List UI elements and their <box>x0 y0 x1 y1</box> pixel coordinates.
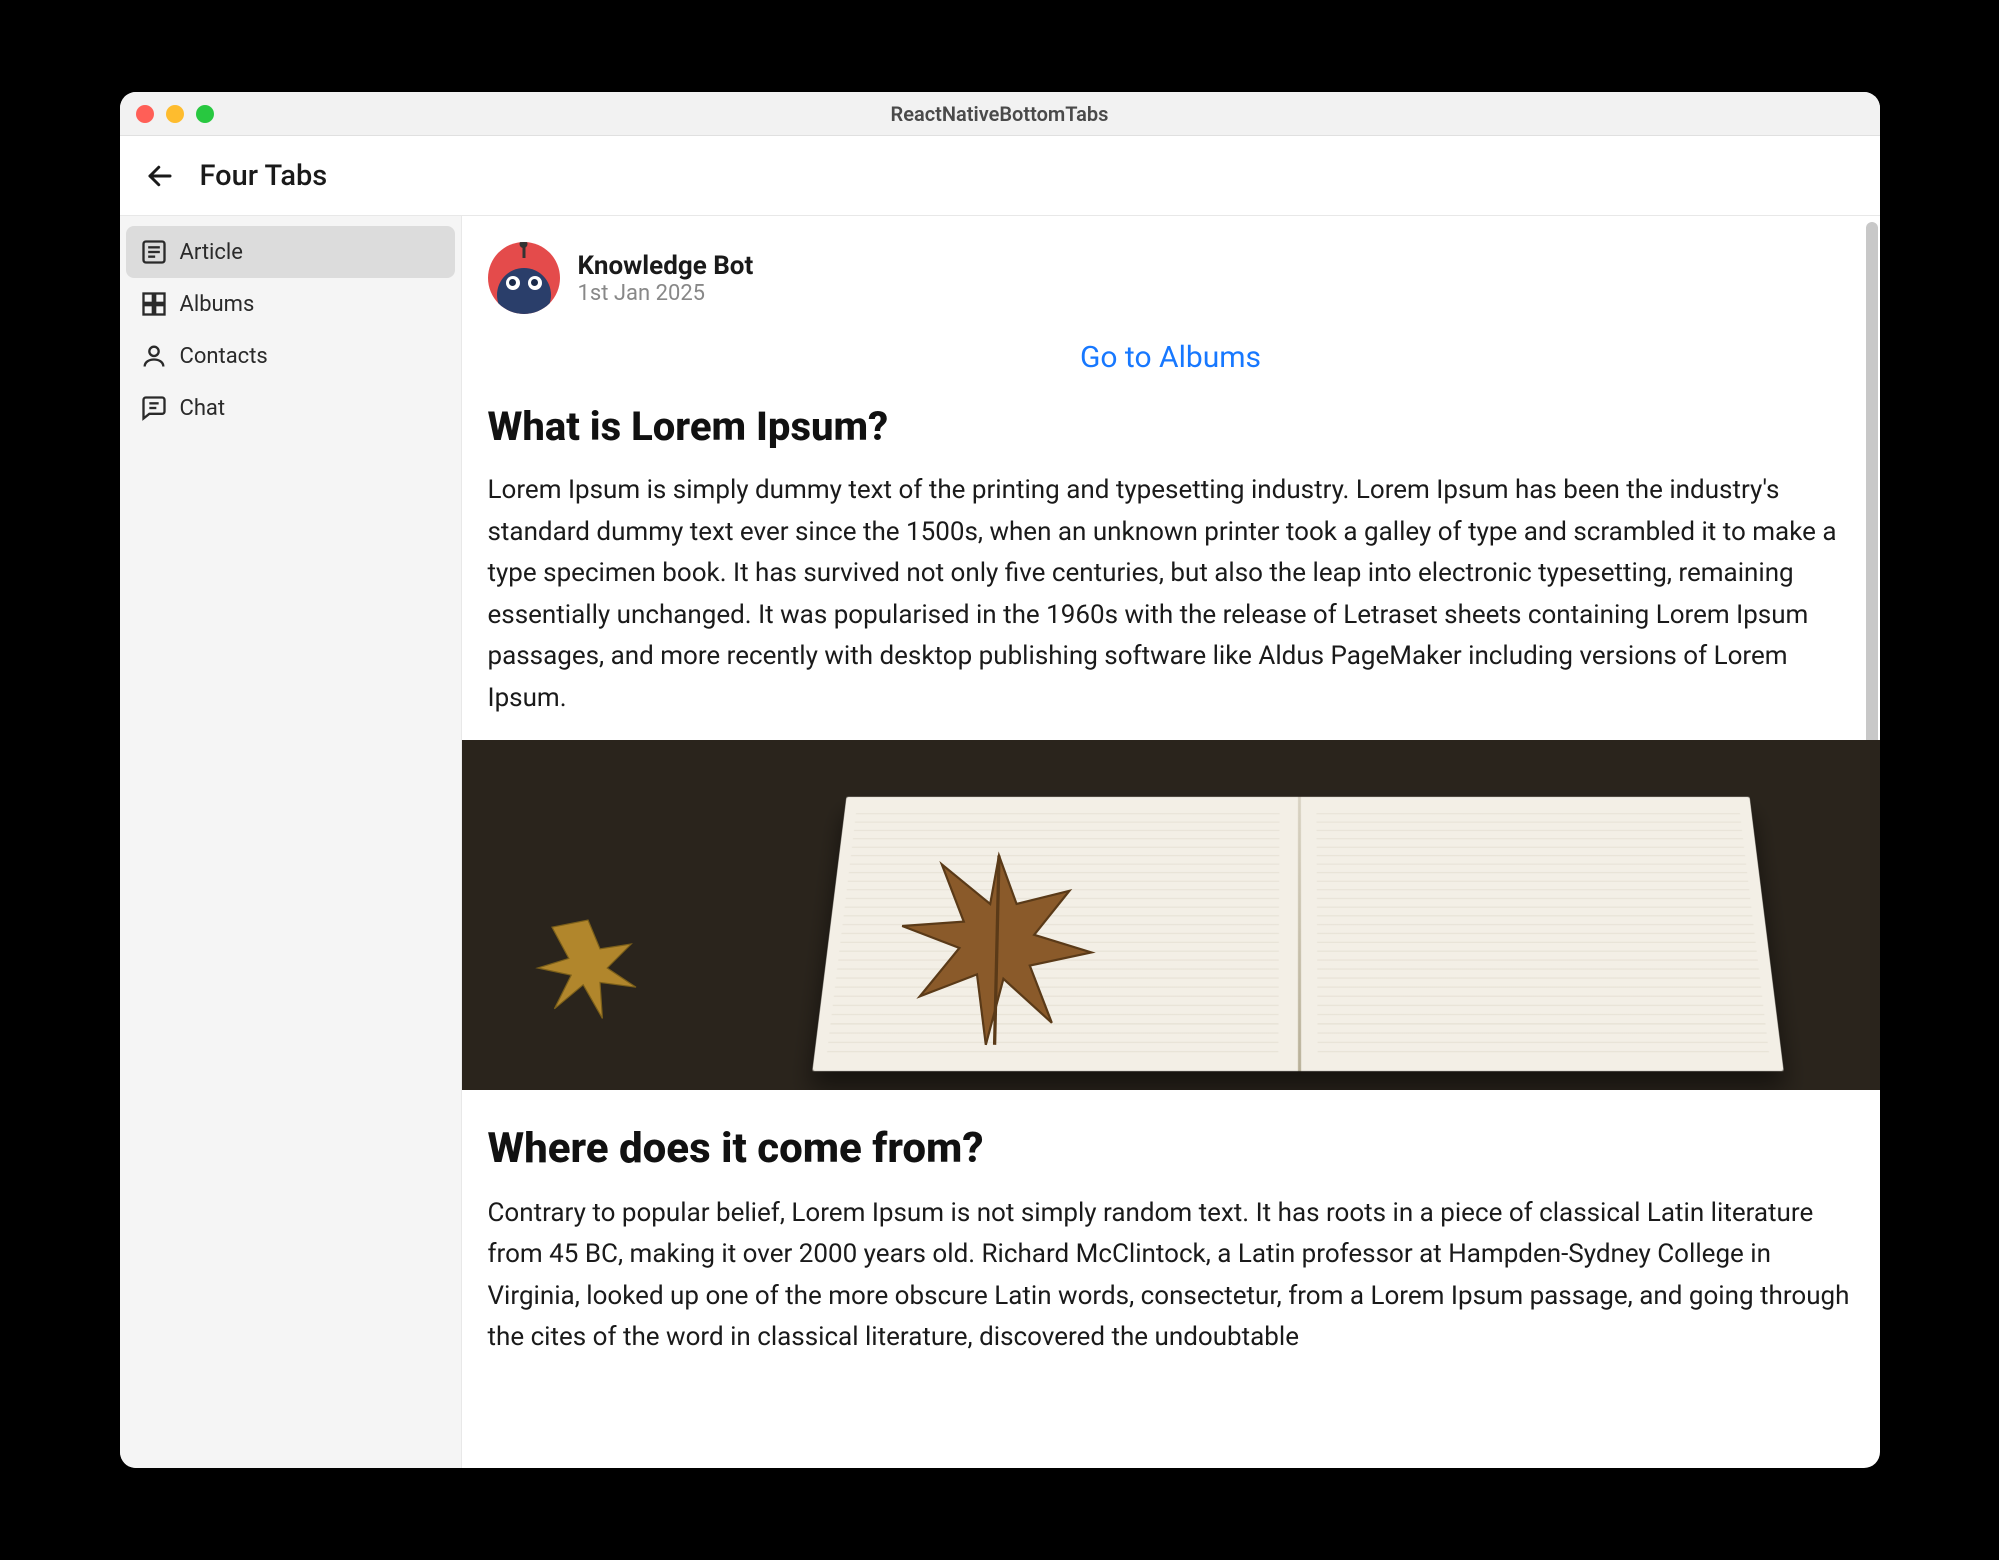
sidebar-item-contacts[interactable]: Contacts <box>126 330 455 382</box>
author-date: 1st Jan 2025 <box>578 281 754 306</box>
sidebar-item-label: Chat <box>180 396 226 421</box>
section-heading-1: What is Lorem Ipsum? <box>488 403 1854 450</box>
albums-icon <box>140 290 168 318</box>
article: Knowledge Bot 1st Jan 2025 Go to Albums … <box>462 216 1880 1359</box>
section-body-2: Contrary to popular belief, Lorem Ipsum … <box>488 1193 1854 1359</box>
sidebar-item-label: Contacts <box>180 344 268 369</box>
titlebar: ReactNativeBottomTabs <box>120 92 1880 136</box>
maximize-window-button[interactable] <box>196 105 214 123</box>
back-button[interactable] <box>140 156 180 196</box>
section-heading-2: Where does it come from? <box>488 1124 1854 1173</box>
go-to-albums-link[interactable]: Go to Albums <box>1080 340 1261 375</box>
sidebar-item-albums[interactable]: Albums <box>126 278 455 330</box>
page-title: Four Tabs <box>200 159 328 193</box>
author-row: Knowledge Bot 1st Jan 2025 <box>488 242 1854 314</box>
window-controls <box>120 105 214 123</box>
window-title: ReactNativeBottomTabs <box>120 102 1880 126</box>
body: Article Albums Contacts Chat <box>120 216 1880 1468</box>
avatar <box>488 242 560 314</box>
close-window-button[interactable] <box>136 105 154 123</box>
chat-icon <box>140 394 168 422</box>
sidebar-item-chat[interactable]: Chat <box>126 382 455 434</box>
sidebar: Article Albums Contacts Chat <box>120 216 462 1468</box>
header: Four Tabs <box>120 136 1880 216</box>
content-area[interactable]: Knowledge Bot 1st Jan 2025 Go to Albums … <box>462 216 1880 1468</box>
app-window: ReactNativeBottomTabs Four Tabs Article … <box>120 92 1880 1468</box>
article-icon <box>140 238 168 266</box>
leaf-icon <box>859 838 1139 1058</box>
sidebar-item-label: Article <box>180 240 243 265</box>
author-meta: Knowledge Bot 1st Jan 2025 <box>578 251 754 306</box>
contacts-icon <box>140 342 168 370</box>
leaf-icon <box>518 908 658 1028</box>
link-row: Go to Albums <box>488 340 1854 375</box>
section-body-1: Lorem Ipsum is simply dummy text of the … <box>488 470 1854 720</box>
author-name: Knowledge Bot <box>578 251 754 281</box>
sidebar-item-label: Albums <box>180 292 255 317</box>
sidebar-item-article[interactable]: Article <box>126 226 455 278</box>
article-image <box>462 740 1880 1090</box>
minimize-window-button[interactable] <box>166 105 184 123</box>
arrow-left-icon <box>145 161 175 191</box>
